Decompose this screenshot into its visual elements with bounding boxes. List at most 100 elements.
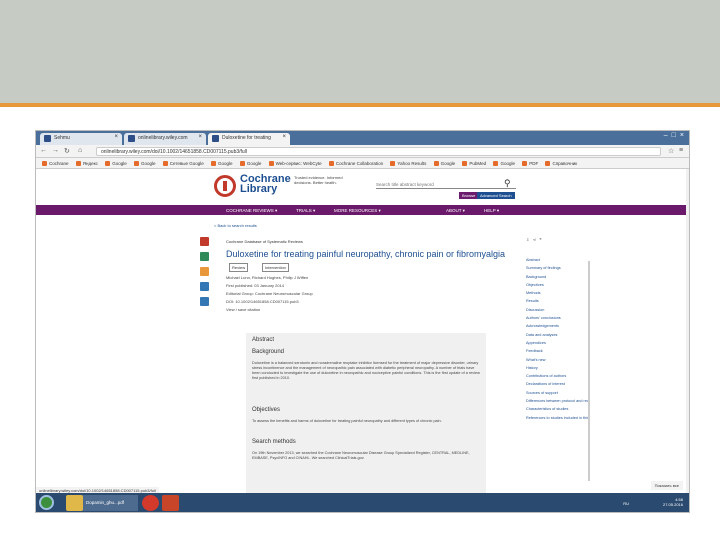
toc-item[interactable]: Feedback bbox=[526, 349, 588, 357]
bookmark-item[interactable]: PubMed bbox=[462, 161, 486, 166]
tab-bar: Sehmu × onlinelibrary.wiley.com × Duloxeti… bbox=[36, 131, 689, 145]
system-clock[interactable]: 4:58 27.05.2016 bbox=[663, 497, 683, 507]
close-icon[interactable]: × bbox=[114, 134, 118, 140]
toc-item[interactable]: Methods bbox=[526, 291, 588, 299]
toc-item[interactable]: Background bbox=[526, 275, 588, 283]
bookmark-item[interactable]: Справочник bbox=[545, 161, 577, 166]
right-tools: ⇩ ⋖ ❝ bbox=[526, 237, 542, 242]
objectives-text: To assess the benefits and harms of dulo… bbox=[252, 419, 442, 423]
star-icon[interactable]: ☆ bbox=[668, 147, 674, 155]
toc-item[interactable]: Abstract bbox=[526, 258, 588, 266]
bookmark-item[interactable]: Cochrane bbox=[42, 161, 69, 166]
bookmark-item[interactable]: Google bbox=[211, 161, 233, 166]
forward-icon[interactable]: → bbox=[52, 147, 59, 154]
back-link[interactable]: < Back to search results bbox=[214, 223, 257, 228]
toc-item[interactable]: Summary of findings bbox=[526, 266, 588, 274]
close-icon[interactable]: × bbox=[282, 134, 286, 140]
bookmark-item[interactable]: Сетевые Google bbox=[163, 161, 204, 166]
bookmark-item[interactable]: PDF bbox=[522, 161, 538, 166]
bookmark-item[interactable]: Cochrane Collaboration bbox=[329, 161, 383, 166]
reload-icon[interactable]: ↻ bbox=[64, 147, 70, 155]
toc-item[interactable]: Objectives bbox=[526, 283, 588, 291]
bookmark-item[interactable]: Yahoo Results bbox=[390, 161, 426, 166]
download-notice[interactable]: Показать все bbox=[650, 481, 683, 490]
bookmark-item[interactable]: Google bbox=[105, 161, 127, 166]
cite-icon[interactable]: ❝ bbox=[539, 237, 541, 242]
language-indicator[interactable]: RU bbox=[623, 501, 629, 506]
nav-trials[interactable]: TRIALS ▾ bbox=[296, 208, 315, 214]
pdf-icon[interactable] bbox=[200, 237, 209, 246]
toc-item[interactable]: Contributions of authors bbox=[526, 374, 588, 382]
journal-name: Cochrane Database of Systematic Reviews bbox=[226, 239, 303, 244]
main-nav: COCHRANE REVIEWS ▾ TRIALS ▾ MORE RESOURC… bbox=[36, 205, 689, 215]
cochrane-logo-icon[interactable] bbox=[214, 175, 236, 197]
nav-cochrane-reviews[interactable]: COCHRANE REVIEWS ▾ bbox=[226, 208, 277, 214]
start-button[interactable] bbox=[39, 495, 54, 510]
nav-about[interactable]: ABOUT ▾ bbox=[446, 208, 465, 214]
info-icon[interactable] bbox=[200, 252, 209, 261]
powerpoint-icon[interactable] bbox=[162, 495, 179, 511]
toc-item[interactable]: Acknowledgements bbox=[526, 324, 588, 332]
bookmark-item[interactable]: Google bbox=[434, 161, 456, 166]
page-scrollbar[interactable] bbox=[686, 169, 689, 494]
folder-icon[interactable] bbox=[66, 495, 83, 511]
review-badge[interactable]: Review bbox=[229, 263, 249, 272]
toc-item[interactable]: Data and analyses bbox=[526, 333, 588, 341]
bookmark-item[interactable]: Яндекс bbox=[76, 161, 98, 166]
site-logo[interactable]: Cochrane Library bbox=[240, 174, 291, 195]
toc-item[interactable]: Results bbox=[526, 299, 588, 307]
toc-item[interactable]: Discussion bbox=[526, 308, 588, 316]
home-icon[interactable]: ⌂ bbox=[78, 147, 82, 154]
logo-line2: Library bbox=[240, 183, 278, 195]
tables-icon[interactable] bbox=[200, 297, 209, 306]
toc-item[interactable]: Authors' conclusions bbox=[526, 316, 588, 324]
advanced-search-button[interactable]: Advanced Search bbox=[477, 192, 515, 199]
tab-duloxetine[interactable]: Duloxetine for treating × bbox=[208, 133, 290, 145]
nav-help[interactable]: HELP ▾ bbox=[484, 208, 499, 214]
article-authors[interactable]: Michael Lunn, Richard Hughes, Philip J W… bbox=[226, 275, 308, 280]
intervention-badge[interactable]: Intervention bbox=[262, 263, 289, 272]
taskbar: Dopamin_ghu...pdf Показать все RU 4:58 2… bbox=[36, 481, 689, 512]
bookmark-item[interactable]: Google bbox=[134, 161, 156, 166]
taskbar-pdf-item[interactable]: Dopamin_ghu...pdf bbox=[76, 495, 138, 511]
toc-item[interactable]: Differences between protocol and review bbox=[526, 399, 588, 407]
citation-link[interactable]: View / save citation bbox=[226, 307, 260, 312]
toc-item[interactable]: History bbox=[526, 366, 588, 374]
toc-item[interactable]: Sources of support bbox=[526, 391, 588, 399]
toc-item[interactable]: References to studies included in this r… bbox=[526, 416, 588, 424]
tab-label: onlinelibrary.wiley.com bbox=[138, 135, 188, 141]
favicon-icon bbox=[44, 135, 51, 142]
toc-item[interactable]: Declarations of interest bbox=[526, 382, 588, 390]
toc-item[interactable]: What's new bbox=[526, 358, 588, 366]
slide-accent-line bbox=[0, 103, 720, 107]
url-input[interactable]: onlinelibrary.wiley.com/doi/10.1002/1465… bbox=[96, 147, 661, 156]
editorial-group: Editorial Group: Cochrane Neuromuscular … bbox=[226, 291, 313, 296]
search-icon[interactable]: ⚲ bbox=[504, 178, 511, 189]
web-page: Cochrane Library Trusted evidence. Infor… bbox=[36, 169, 689, 494]
bookmark-item[interactable]: Google bbox=[493, 161, 515, 166]
bookmark-item[interactable]: Google bbox=[240, 161, 262, 166]
search-methods-text: On 19th November 2013, we searched the C… bbox=[252, 451, 470, 460]
first-published: First published: 03 January 2014 bbox=[226, 283, 285, 288]
tab-sehmu[interactable]: Sehmu × bbox=[40, 133, 122, 145]
tab-wiley[interactable]: onlinelibrary.wiley.com × bbox=[124, 133, 206, 145]
close-icon[interactable]: × bbox=[198, 134, 202, 140]
address-bar: ← → ↻ ⌂ onlinelibrary.wiley.com/doi/10.1… bbox=[36, 145, 689, 158]
share-icon[interactable]: ⋖ bbox=[533, 237, 536, 242]
toc-item[interactable]: Appendices bbox=[526, 341, 588, 349]
bookmark-item[interactable]: Web-сервис: WebCyte bbox=[269, 161, 322, 166]
chrome-icon[interactable] bbox=[142, 495, 159, 511]
nav-more-resources[interactable]: MORE RESOURCES ▾ bbox=[334, 208, 381, 214]
window-controls[interactable]: –□× bbox=[664, 132, 688, 139]
back-icon[interactable]: ← bbox=[40, 147, 47, 154]
objectives-heading: Objectives bbox=[252, 407, 281, 413]
toc-item[interactable]: Characteristics of studies bbox=[526, 407, 588, 415]
download-icon[interactable]: ⇩ bbox=[526, 237, 529, 242]
share-icon[interactable] bbox=[200, 267, 209, 276]
article-tools bbox=[200, 237, 212, 312]
browse-button[interactable]: Browse bbox=[459, 192, 479, 199]
figures-icon[interactable] bbox=[200, 282, 209, 291]
search-input[interactable] bbox=[376, 180, 516, 189]
toc-scrollbar[interactable] bbox=[588, 261, 590, 481]
menu-icon[interactable]: ≡ bbox=[679, 147, 683, 154]
